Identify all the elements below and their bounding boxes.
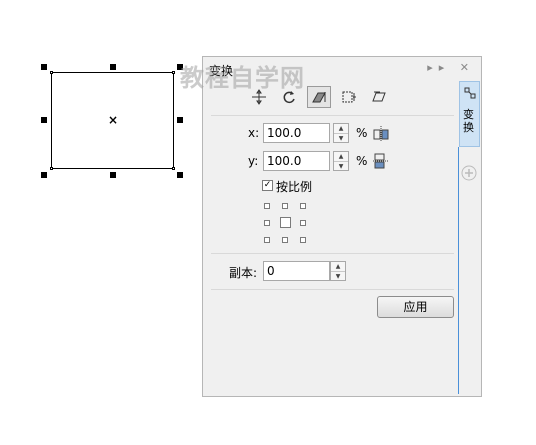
separator xyxy=(211,289,454,290)
proportional-checkbox[interactable]: ✓ xyxy=(262,180,273,191)
separator xyxy=(211,115,454,116)
skew-icon xyxy=(372,91,386,102)
size-icon xyxy=(342,91,356,103)
separator xyxy=(211,253,454,254)
handle-top-left[interactable] xyxy=(41,64,47,70)
plus-icon[interactable] xyxy=(460,164,478,182)
anchor-top-left[interactable] xyxy=(264,203,270,209)
mirror-h-icon[interactable] xyxy=(373,125,389,141)
copies-input[interactable]: 0 xyxy=(263,261,330,281)
tab-transform[interactable]: 变换 xyxy=(459,81,480,147)
apply-button[interactable]: 应用 xyxy=(377,296,454,318)
anchor-bottom-center[interactable] xyxy=(282,237,288,243)
anchor-bottom-right[interactable] xyxy=(300,237,306,243)
x-unit: % xyxy=(356,126,368,140)
x-scale-input[interactable]: 100.0 xyxy=(263,123,330,143)
node-top-right xyxy=(172,71,175,74)
tab-transform-label: 变换 xyxy=(463,108,474,134)
transform-tab-icon xyxy=(464,87,476,99)
scale-mirror-tool[interactable] xyxy=(307,86,331,108)
center-marker-icon: × xyxy=(108,113,119,127)
anchor-mid-right[interactable] xyxy=(300,220,306,226)
node-bottom-left xyxy=(50,167,53,170)
anchor-mid-left[interactable] xyxy=(264,220,270,226)
tab-divider xyxy=(458,147,459,394)
y-label: y: xyxy=(248,154,259,168)
copies-label: 副本: xyxy=(229,266,258,280)
anchor-top-right[interactable] xyxy=(300,203,306,209)
skew-tool[interactable] xyxy=(367,86,391,108)
handle-bottom-right[interactable] xyxy=(177,172,183,178)
handle-bottom-center[interactable] xyxy=(110,172,116,178)
handle-mid-left[interactable] xyxy=(41,117,47,123)
handle-mid-right[interactable] xyxy=(177,117,183,123)
handle-top-center[interactable] xyxy=(110,64,116,70)
size-tool[interactable] xyxy=(337,86,361,108)
anchor-center[interactable] xyxy=(280,217,291,228)
anchor-bottom-left[interactable] xyxy=(264,237,270,243)
copies-spinner[interactable]: ▲ ▼ xyxy=(330,261,346,281)
docker-window-buttons[interactable]: ▸▸ ✕ xyxy=(427,61,475,74)
proportional-label: 按比例 xyxy=(276,180,313,194)
y-scale-input[interactable]: 100.0 xyxy=(263,151,330,171)
handle-bottom-left[interactable] xyxy=(41,172,47,178)
node-bottom-right xyxy=(172,167,175,170)
watermark-text: 教程自学网 xyxy=(180,64,305,92)
y-spinner[interactable]: ▲ ▼ xyxy=(333,151,349,171)
anchor-top-center[interactable] xyxy=(282,203,288,209)
mirror-v-icon[interactable] xyxy=(373,153,389,169)
anchor-grid xyxy=(262,201,310,245)
node-top-left xyxy=(50,71,53,74)
x-label: x: xyxy=(248,126,260,140)
y-unit: % xyxy=(356,154,368,168)
scale-icon xyxy=(312,92,326,103)
x-spinner[interactable]: ▲ ▼ xyxy=(333,123,349,143)
transform-docker: 变换 ▸▸ ✕ x: 100.0 ▲ ▼ % y: 100.0 ▲ ▼ % ✓ 按比… xyxy=(202,56,482,397)
